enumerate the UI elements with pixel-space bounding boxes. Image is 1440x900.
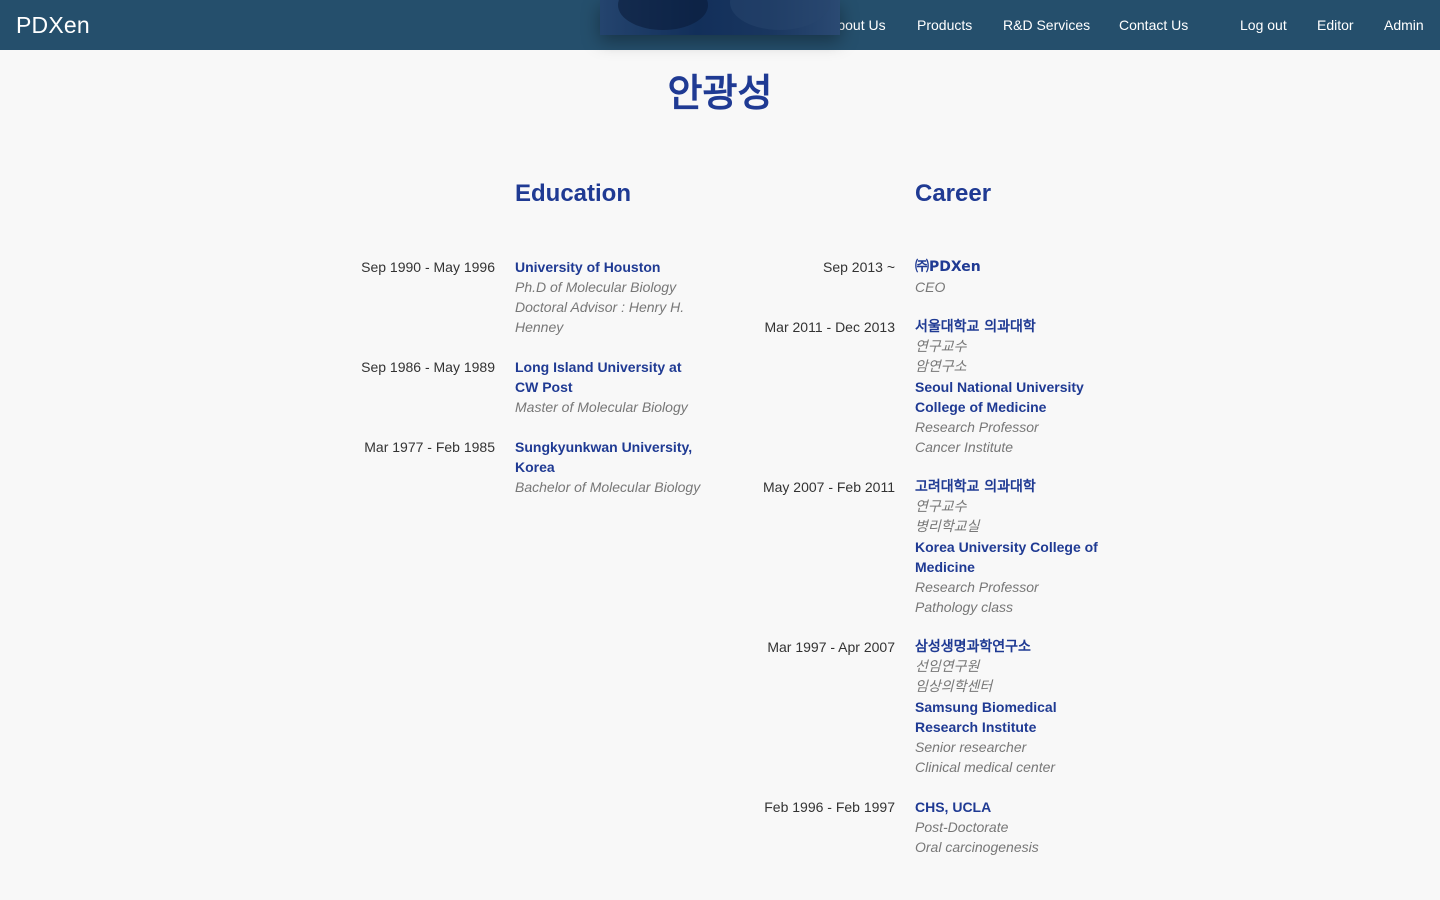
career-position: CEO	[915, 279, 946, 295]
nav-log-out[interactable]: Log out	[1240, 17, 1287, 33]
career-position: 연구교수	[915, 339, 967, 355]
education-date: Sep 1990 - May 1996	[361, 259, 495, 275]
career-heading: Career	[915, 180, 992, 207]
nav-editor[interactable]: Editor	[1317, 17, 1354, 33]
career-date: Mar 1997 - Apr 2007	[767, 639, 895, 655]
career-position: 선임연구원	[915, 659, 980, 675]
career-date: Sep 2013 ~	[822, 259, 895, 275]
career-department: Clinical medical center	[915, 759, 1056, 775]
education-note: Doctoral Advisor : Henry H.	[515, 299, 685, 315]
career-date: Mar 2011 - Dec 2013	[764, 319, 895, 335]
education-entry: Long Island University at CW Post Master…	[515, 357, 705, 417]
career-organization: ㈜PDXen	[915, 259, 981, 275]
career-organization: 서울대학교 의과대학	[915, 319, 1036, 335]
education-entry: Sungkyunkwan University, Korea Bachelor …	[515, 437, 715, 497]
career-organization-en: Research Institute	[915, 719, 1037, 735]
education-date: Mar 1977 - Feb 1985	[364, 439, 495, 455]
profile-name: 안광성	[667, 71, 773, 115]
nav-rd-services[interactable]: R&D Services	[1003, 17, 1090, 33]
career-position: Research Professor	[915, 419, 1039, 435]
profile-photo	[600, 0, 840, 35]
career-position: 연구교수	[915, 499, 967, 515]
career-entry: 삼성생명과학연구소 선임연구원 임상의학센터 Samsung Biomedica…	[915, 637, 1115, 777]
career-organization-en: Samsung Biomedical	[915, 699, 1057, 715]
career-position: Research Professor	[915, 579, 1039, 595]
career-organization-en: Korea University College of	[915, 539, 1098, 555]
career-department: Pathology class	[915, 599, 1014, 615]
career-department: 임상의학센터	[915, 679, 993, 695]
career-department: 병리학교실	[915, 519, 980, 535]
education-degree: Master of Molecular Biology	[515, 399, 688, 415]
brand-logo[interactable]: PDXen	[16, 12, 90, 39]
career-organization-en: Medicine	[915, 559, 975, 575]
career-department: Cancer Institute	[915, 439, 1014, 455]
career-position: Senior researcher	[915, 739, 1027, 755]
education-note: Henney	[515, 319, 564, 335]
career-entry: CHS, UCLA Post-Doctorate Oral carcinogen…	[915, 797, 1115, 857]
career-department: Oral carcinogenesis	[915, 839, 1039, 855]
career-organization: 고려대학교 의과대학	[915, 479, 1036, 495]
career-entry: ㈜PDXen CEO	[915, 257, 1115, 297]
education-institution: Sungkyunkwan University,	[515, 439, 693, 455]
education-entry: University of Houston Ph.D of Molecular …	[515, 257, 705, 337]
career-department: 암연구소	[915, 359, 967, 375]
career-date: Feb 1996 - Feb 1997	[764, 799, 895, 815]
career-organization-en: College of Medicine	[915, 399, 1047, 415]
career-entry: 서울대학교 의과대학 연구교수 암연구소 Seoul National Univ…	[915, 317, 1115, 457]
career-position: Post-Doctorate	[915, 819, 1009, 835]
education-degree: Bachelor of Molecular Biology	[515, 479, 701, 495]
education-date: Sep 1986 - May 1989	[361, 359, 495, 375]
education-heading: Education	[515, 180, 632, 207]
career-organization: 삼성생명과학연구소	[915, 639, 1031, 655]
education-institution: CW Post	[515, 379, 573, 395]
career-organization-en: Seoul National University	[915, 379, 1084, 395]
nav-products[interactable]: Products	[917, 17, 972, 33]
education-institution: Korea	[515, 459, 555, 475]
career-entry: 고려대학교 의과대학 연구교수 병리학교실 Korea University C…	[915, 477, 1115, 617]
nav-admin[interactable]: Admin	[1384, 17, 1424, 33]
education-institution: Long Island University at	[515, 359, 682, 375]
career-organization: CHS, UCLA	[915, 799, 992, 815]
nav-contact-us[interactable]: Contact Us	[1119, 17, 1188, 33]
career-date: May 2007 - Feb 2011	[762, 479, 895, 495]
education-degree: Ph.D of Molecular Biology	[515, 279, 677, 295]
education-institution: University of Houston	[515, 259, 661, 275]
